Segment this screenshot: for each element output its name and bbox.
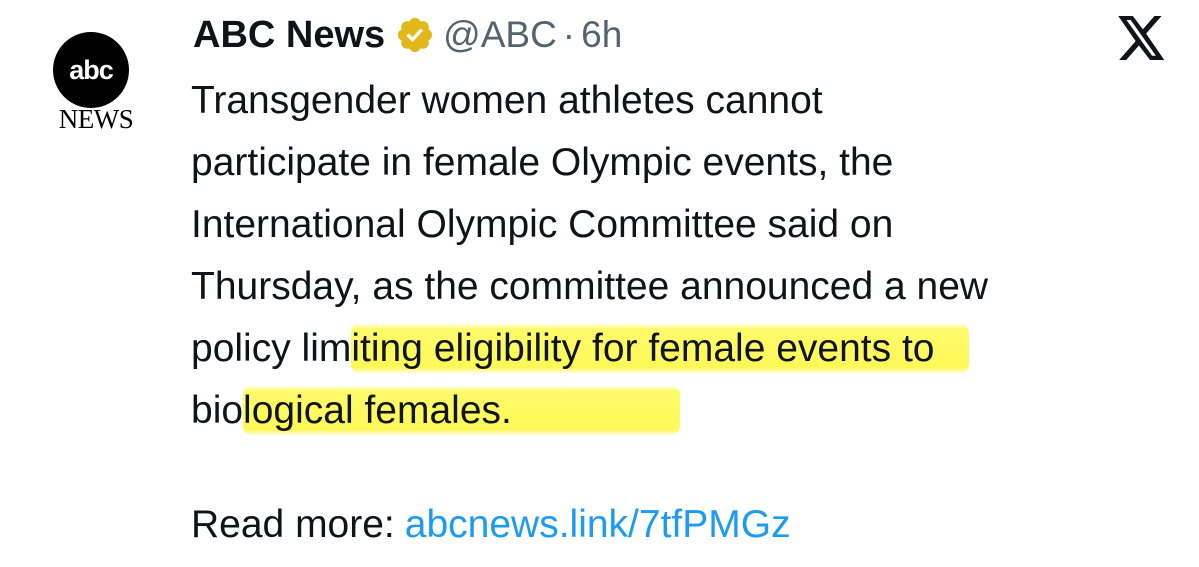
highlighted-text: logical females. xyxy=(243,385,680,436)
tweet-text-line: biological females. xyxy=(191,380,1191,442)
plain-text: policy lim xyxy=(191,327,352,370)
highlighted-text: iting eligibility for female events to xyxy=(351,323,969,374)
read-more: Read more: abcnews.link/7tfPMGz xyxy=(191,494,791,556)
abc-news-avatar[interactable]: abc NEWS xyxy=(48,28,148,140)
display-name[interactable]: ABC News xyxy=(193,14,385,57)
user-handle[interactable]: @ABC xyxy=(443,14,557,56)
tweet-text-line: participate in female Olympic events, th… xyxy=(191,141,894,184)
tweet-header: ABC News @ABC · 6h xyxy=(193,9,622,61)
tweet-text-line: International Olympic Committee said on xyxy=(191,203,894,246)
abc-logo-circle: abc xyxy=(53,32,129,108)
plain-text: bio xyxy=(191,389,244,432)
tweet-text-line: policy limiting eligibility for female e… xyxy=(191,318,1191,380)
avatar-logo-text: abc xyxy=(69,54,114,85)
separator-dot: · xyxy=(562,14,576,55)
verified-badge-icon[interactable] xyxy=(395,15,435,55)
article-link[interactable]: abcnews.link/7tfPMGz xyxy=(405,503,791,546)
tweet-text: Transgender women athletes cannot partic… xyxy=(191,70,1191,442)
timestamp[interactable]: 6h xyxy=(581,14,622,56)
tweet-text-line: Transgender women athletes cannot xyxy=(191,79,823,122)
read-more-label: Read more: xyxy=(191,503,395,546)
tweet-text-line: Thursday, as the committee announced a n… xyxy=(191,265,989,308)
avatar-news-text: NEWS xyxy=(58,104,134,134)
x-logo-icon[interactable] xyxy=(1118,16,1166,60)
